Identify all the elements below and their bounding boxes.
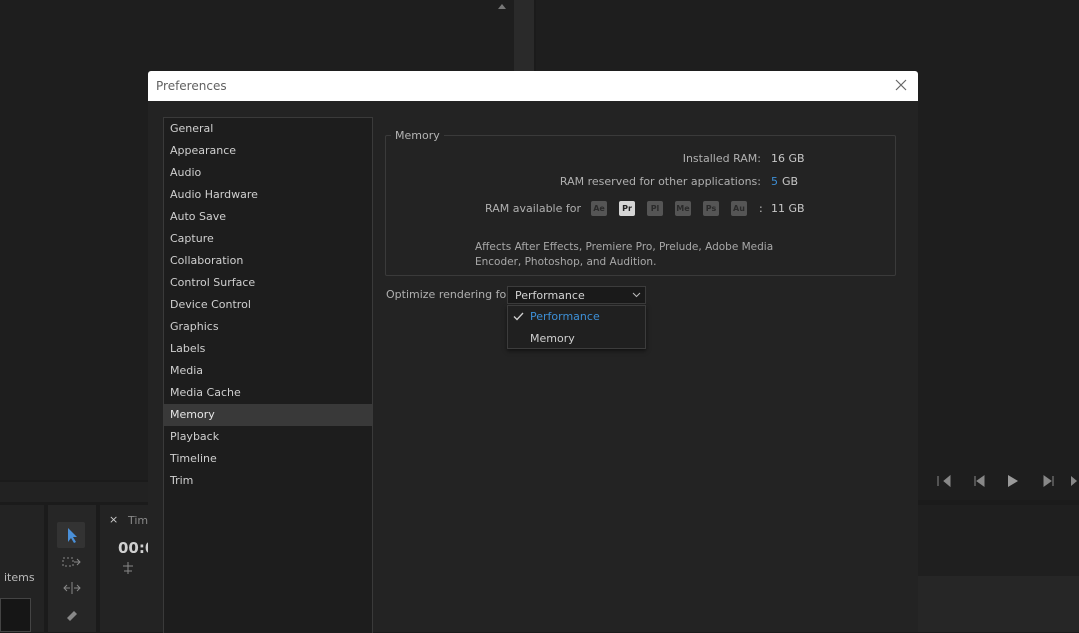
photoshop-badge: Ps: [703, 201, 719, 216]
go-to-out-icon[interactable]: [1070, 474, 1079, 488]
play-icon[interactable]: [1006, 474, 1020, 488]
step-back-icon[interactable]: [972, 474, 986, 488]
sidebar-item-auto-save[interactable]: Auto Save: [164, 206, 372, 228]
ram-available-value: 11 GB: [771, 202, 805, 215]
media-encoder-badge: Me: [675, 201, 691, 216]
sidebar-item-memory[interactable]: Memory: [164, 404, 372, 426]
memory-group-title: Memory: [391, 129, 444, 142]
go-to-in-icon[interactable]: [936, 474, 951, 488]
selection-tool-icon[interactable]: [57, 522, 85, 548]
after-effects-badge: Ae: [591, 201, 607, 216]
optimize-rendering-dropdown[interactable]: Performance: [507, 286, 646, 304]
checkmark-icon: [513, 312, 524, 321]
optimize-rendering-menu: Performance Memory: [507, 305, 646, 349]
chevron-down-icon: [632, 292, 641, 298]
sidebar-item-trim[interactable]: Trim: [164, 470, 372, 492]
memory-affects-note: Affects After Effects, Premiere Pro, Pre…: [475, 241, 774, 268]
sidebar-item-playback[interactable]: Playback: [164, 426, 372, 448]
close-icon[interactable]: [892, 76, 910, 94]
step-forward-icon[interactable]: [1042, 474, 1056, 488]
project-list: [0, 598, 31, 632]
sidebar-item-audio-hardware[interactable]: Audio Hardware: [164, 184, 372, 206]
ram-available-label: RAM available for: [485, 202, 581, 215]
scroll-up-icon[interactable]: [498, 4, 506, 9]
menu-option-memory[interactable]: Memory: [530, 332, 575, 345]
sidebar-item-timeline[interactable]: Timeline: [164, 448, 372, 470]
project-items-count: items: [4, 571, 35, 584]
timeline-track-area-lower: [918, 576, 1079, 632]
sidebar-item-media-cache[interactable]: Media Cache: [164, 382, 372, 404]
sidebar-item-device-control[interactable]: Device Control: [164, 294, 372, 316]
razor-tool-icon[interactable]: [64, 608, 80, 624]
sidebar-item-collaboration[interactable]: Collaboration: [164, 250, 372, 272]
sidebar-item-media[interactable]: Media: [164, 360, 372, 382]
sidebar-item-capture[interactable]: Capture: [164, 228, 372, 250]
optimize-selected-value: Performance: [515, 289, 585, 302]
ram-reserved-value[interactable]: 5: [771, 175, 778, 188]
sidebar-item-audio[interactable]: Audio: [164, 162, 372, 184]
track-select-tool-icon[interactable]: [62, 555, 82, 569]
ram-reserved-unit: GB: [782, 175, 799, 188]
prelude-badge: Pl: [647, 201, 663, 216]
sidebar-item-appearance[interactable]: Appearance: [164, 140, 372, 162]
audition-badge: Au: [731, 201, 747, 216]
sidebar-item-graphics[interactable]: Graphics: [164, 316, 372, 338]
optimize-rendering-label: Optimize rendering for:: [386, 288, 515, 301]
menu-option-performance[interactable]: Performance: [530, 310, 600, 323]
sidebar-item-labels[interactable]: Labels: [164, 338, 372, 360]
installed-ram-label: Installed RAM:: [682, 152, 761, 165]
snap-icon[interactable]: [121, 561, 135, 575]
preferences-title-bar: Preferences: [148, 71, 918, 101]
installed-ram-value: 16 GB: [771, 152, 805, 165]
sidebar-item-general[interactable]: General: [164, 118, 372, 140]
preferences-category-list: General Appearance Audio Audio Hardware Auto…: [163, 117, 373, 633]
ram-reserved-label: RAM reserved for other applications:: [559, 175, 761, 188]
premiere-pro-badge: Pr: [619, 201, 635, 216]
timeline-tab-close-icon[interactable]: ×: [109, 513, 118, 526]
ripple-edit-tool-icon[interactable]: [62, 581, 82, 595]
sidebar-item-control-surface[interactable]: Control Surface: [164, 272, 372, 294]
ram-available-separator: :: [759, 202, 763, 215]
dialog-title: Preferences: [156, 79, 227, 93]
timeline-tab-label[interactable]: Tim: [128, 514, 148, 527]
panel-divider: [0, 482, 148, 502]
